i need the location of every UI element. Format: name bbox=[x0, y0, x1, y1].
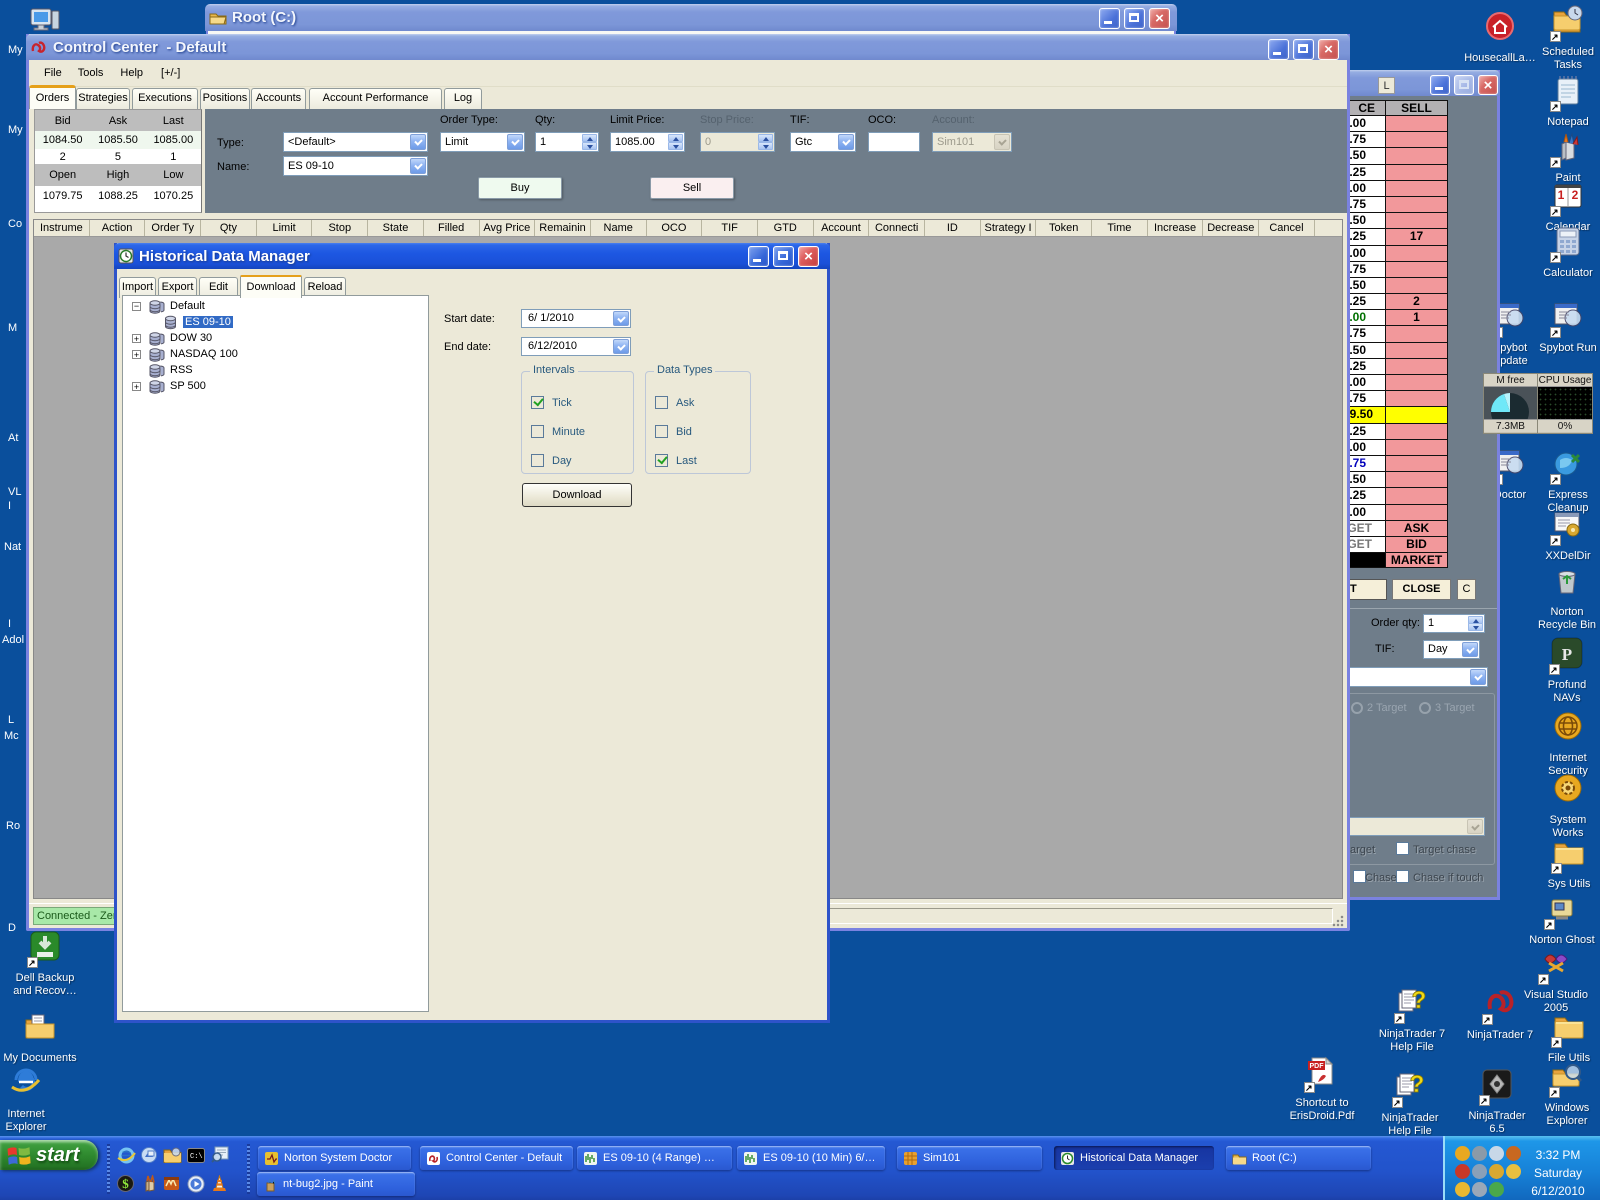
svg-text:2: 2 bbox=[1572, 188, 1579, 202]
svg-text:?: ? bbox=[1412, 987, 1427, 1014]
svg-text:PDF: PDF bbox=[1310, 1063, 1325, 1070]
svg-text:$: $ bbox=[122, 1176, 129, 1191]
svg-text:P: P bbox=[1562, 645, 1572, 664]
svg-text:?: ? bbox=[1410, 1071, 1425, 1098]
svg-text:C:\: C:\ bbox=[190, 1153, 203, 1161]
svg-text:1: 1 bbox=[1558, 188, 1565, 202]
